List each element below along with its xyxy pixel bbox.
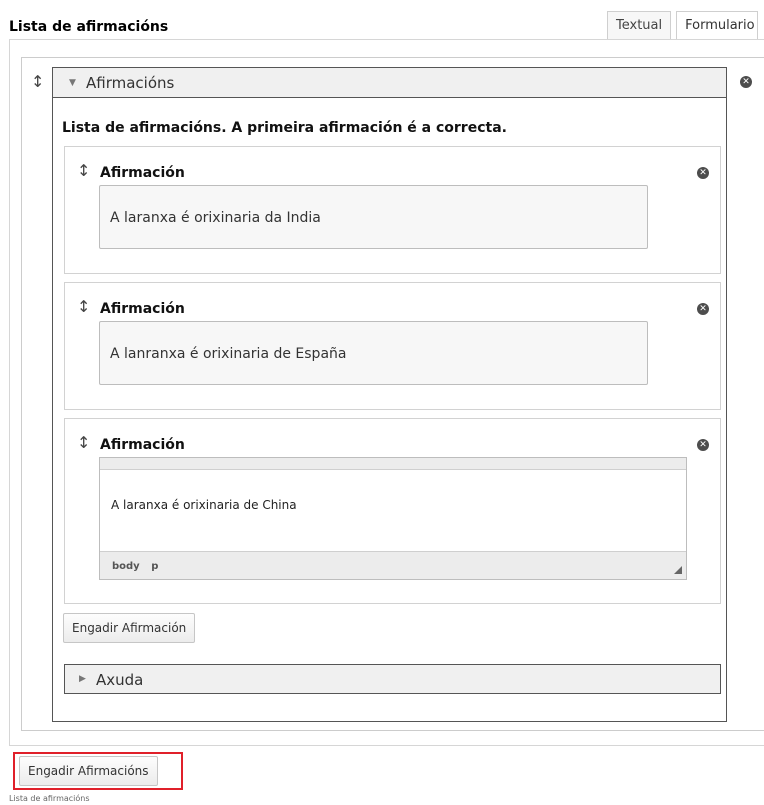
group-drag-handle-icon[interactable]: ↕ [31,74,44,90]
rich-text-editor: A laranxa é orixinaria de China body p [99,457,687,580]
tab-formulario[interactable]: Formulario [676,11,759,40]
field-footer-label: Lista de afirmacións [9,794,90,803]
statements-description: Lista de afirmacións. A primeira afirmac… [62,120,507,136]
status-path-body[interactable]: body [112,561,140,572]
tab-textual[interactable]: Textual [607,11,672,40]
statements-legend[interactable]: ▼ Afirmacións [53,68,726,98]
list-item: ↕ Afirmación ✕ A laranxa é orixinaria da… [64,146,721,274]
help-section[interactable]: ▶ Axuda [64,664,721,694]
semantic-editor: Lista de afirmacións Textual Formulario … [0,0,764,805]
item-label: Afirmación [100,301,185,317]
collapsed-triangle-icon: ▶ [79,674,86,684]
item-remove-icon[interactable]: ✕ [697,303,709,315]
item-label: Afirmación [100,437,185,453]
status-path-p[interactable]: p [151,561,158,572]
add-statements-button[interactable]: Engadir Afirmacións [19,756,158,786]
statement-input[interactable]: A lanranxa é orixinaria de España [99,321,648,385]
editor-content[interactable]: A laranxa é orixinaria de China [100,470,686,553]
item-drag-handle-icon[interactable]: ↕ [77,299,90,315]
editor-status-bar: body p [100,551,686,579]
statement-input[interactable]: A laranxa é orixinaria da India [99,185,648,249]
item-remove-icon[interactable]: ✕ [697,439,709,451]
group-remove-icon[interactable]: ✕ [740,76,752,88]
statements-legend-label: Afirmacións [86,74,175,92]
editor-mode-tabs: Textual Formulario [607,11,759,40]
list-item: ↕ Afirmación ✕ A laranxa é orixinaria de… [64,418,721,604]
editor-toolbar [100,458,686,470]
expanded-triangle-icon: ▼ [69,78,76,88]
item-drag-handle-icon[interactable]: ↕ [77,163,90,179]
section-title: Lista de afirmacións [9,19,169,35]
item-drag-handle-icon[interactable]: ↕ [77,435,90,451]
help-label: Axuda [96,671,144,689]
list-item: ↕ Afirmación ✕ A lanranxa é orixinaria d… [64,282,721,410]
item-label: Afirmación [100,165,185,181]
resize-handle-icon[interactable] [674,566,682,574]
item-remove-icon[interactable]: ✕ [697,167,709,179]
add-statement-button[interactable]: Engadir Afirmación [63,613,196,643]
